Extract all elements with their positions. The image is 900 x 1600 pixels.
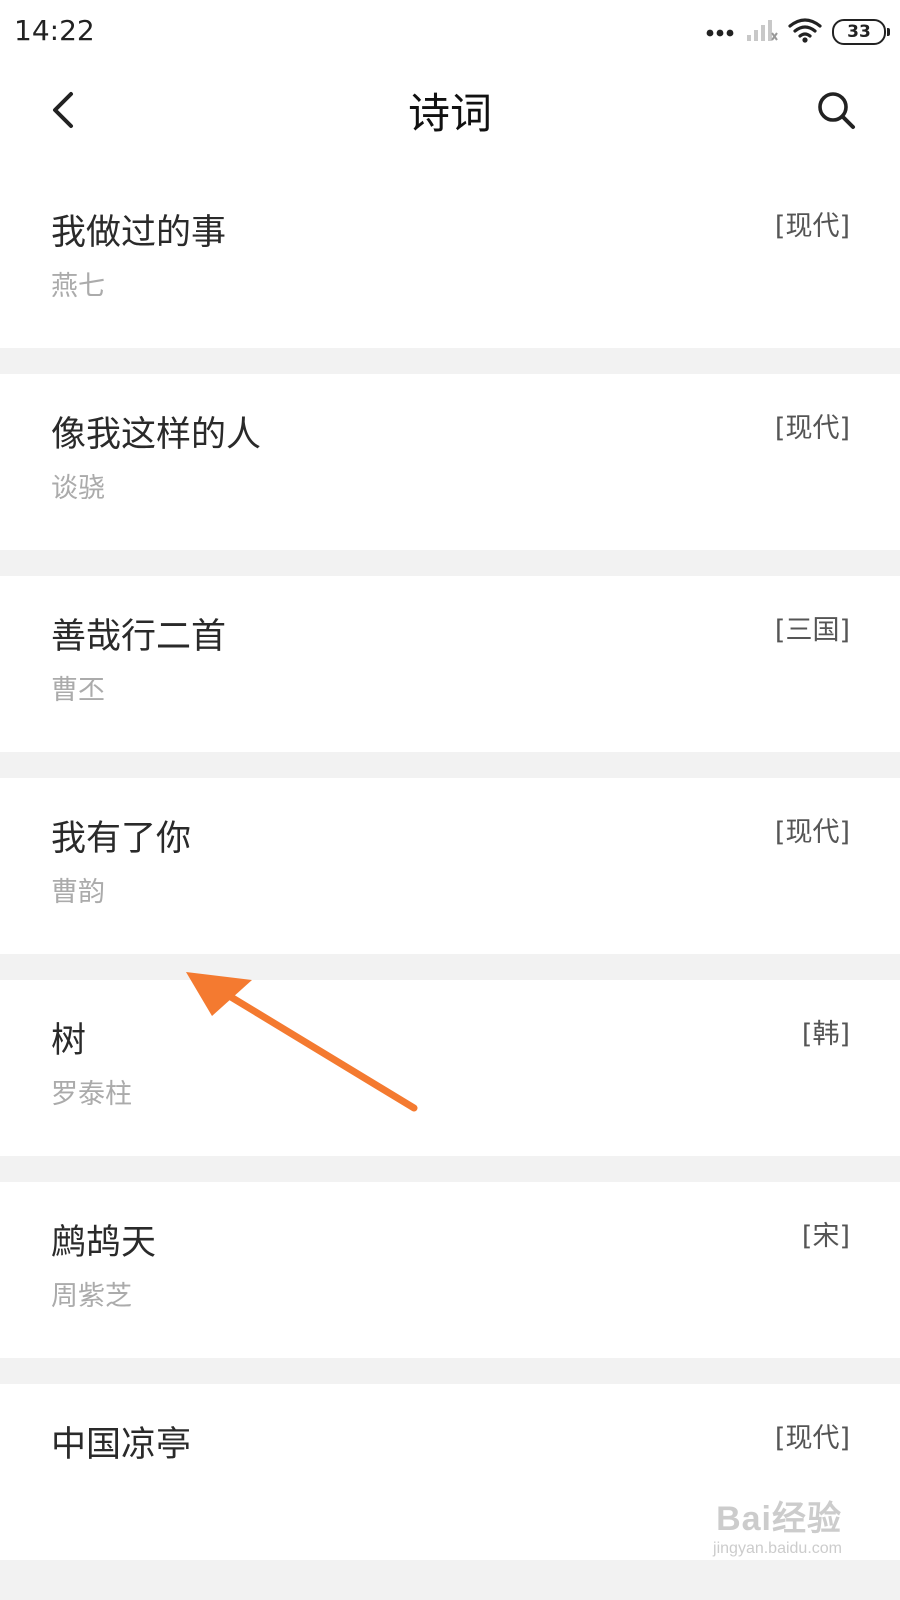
poem-list-item[interactable]: 善哉行二首 曹丕 [三国] [0, 576, 900, 752]
watermark-url: jingyan.baidu.com [713, 1540, 842, 1557]
more-dots-icon [706, 23, 736, 42]
poem-era: [三国] [774, 615, 850, 646]
search-button[interactable] [808, 84, 864, 140]
poem-list-item[interactable]: 树 罗泰柱 [韩] [0, 980, 900, 1156]
poem-era: [现代] [774, 817, 850, 848]
poem-title: 鹧鸪天 [51, 1223, 157, 1263]
poem-era: [现代] [774, 1423, 850, 1454]
status-icons: 33 [706, 14, 890, 50]
poem-era: [韩] [801, 1019, 850, 1050]
poem-title: 善哉行二首 [51, 617, 227, 657]
poem-author: 罗泰柱 [51, 1079, 132, 1110]
poem-title: 我有了你 [51, 819, 192, 859]
watermark-logo: Bai经验 [716, 1500, 842, 1538]
poem-title: 树 [51, 1021, 87, 1061]
status-time: 14:22 [14, 14, 95, 47]
status-bar: 14:22 33 [0, 0, 900, 62]
poem-list-item[interactable]: 我做过的事 燕七 [现代] [0, 172, 900, 348]
poem-author: 谈骁 [51, 473, 105, 504]
poem-list-item[interactable]: 我有了你 曹韵 [现代] [0, 778, 900, 954]
poem-era: [现代] [774, 413, 850, 444]
poem-author: 曹丕 [51, 675, 105, 706]
poem-list-item[interactable]: 像我这样的人 谈骁 [现代] [0, 374, 900, 550]
poem-era: [现代] [774, 211, 850, 242]
signal-icon [746, 17, 778, 47]
poem-title: 中国凉亭 [51, 1425, 192, 1465]
poem-era: [宋] [801, 1221, 850, 1252]
battery-icon: 33 [832, 19, 890, 45]
page-title: 诗词 [407, 89, 492, 138]
poem-list-item[interactable]: 鹧鸪天 周紫芝 [宋] [0, 1182, 900, 1358]
wifi-icon [788, 17, 822, 47]
poem-author: 燕七 [51, 271, 105, 302]
poem-author: 曹韵 [51, 877, 105, 908]
header-bar: 诗词 [0, 62, 900, 172]
search-icon [815, 89, 857, 135]
poem-list: 我做过的事 燕七 [现代] 像我这样的人 谈骁 [现代] 善哉行二首 曹丕 [三… [0, 172, 900, 1586]
poem-author: 周紫芝 [51, 1281, 132, 1312]
poem-title: 我做过的事 [51, 213, 227, 253]
watermark: Bai经验 jingyan.baidu.com [682, 1491, 842, 1558]
poem-title: 像我这样的人 [51, 415, 262, 455]
